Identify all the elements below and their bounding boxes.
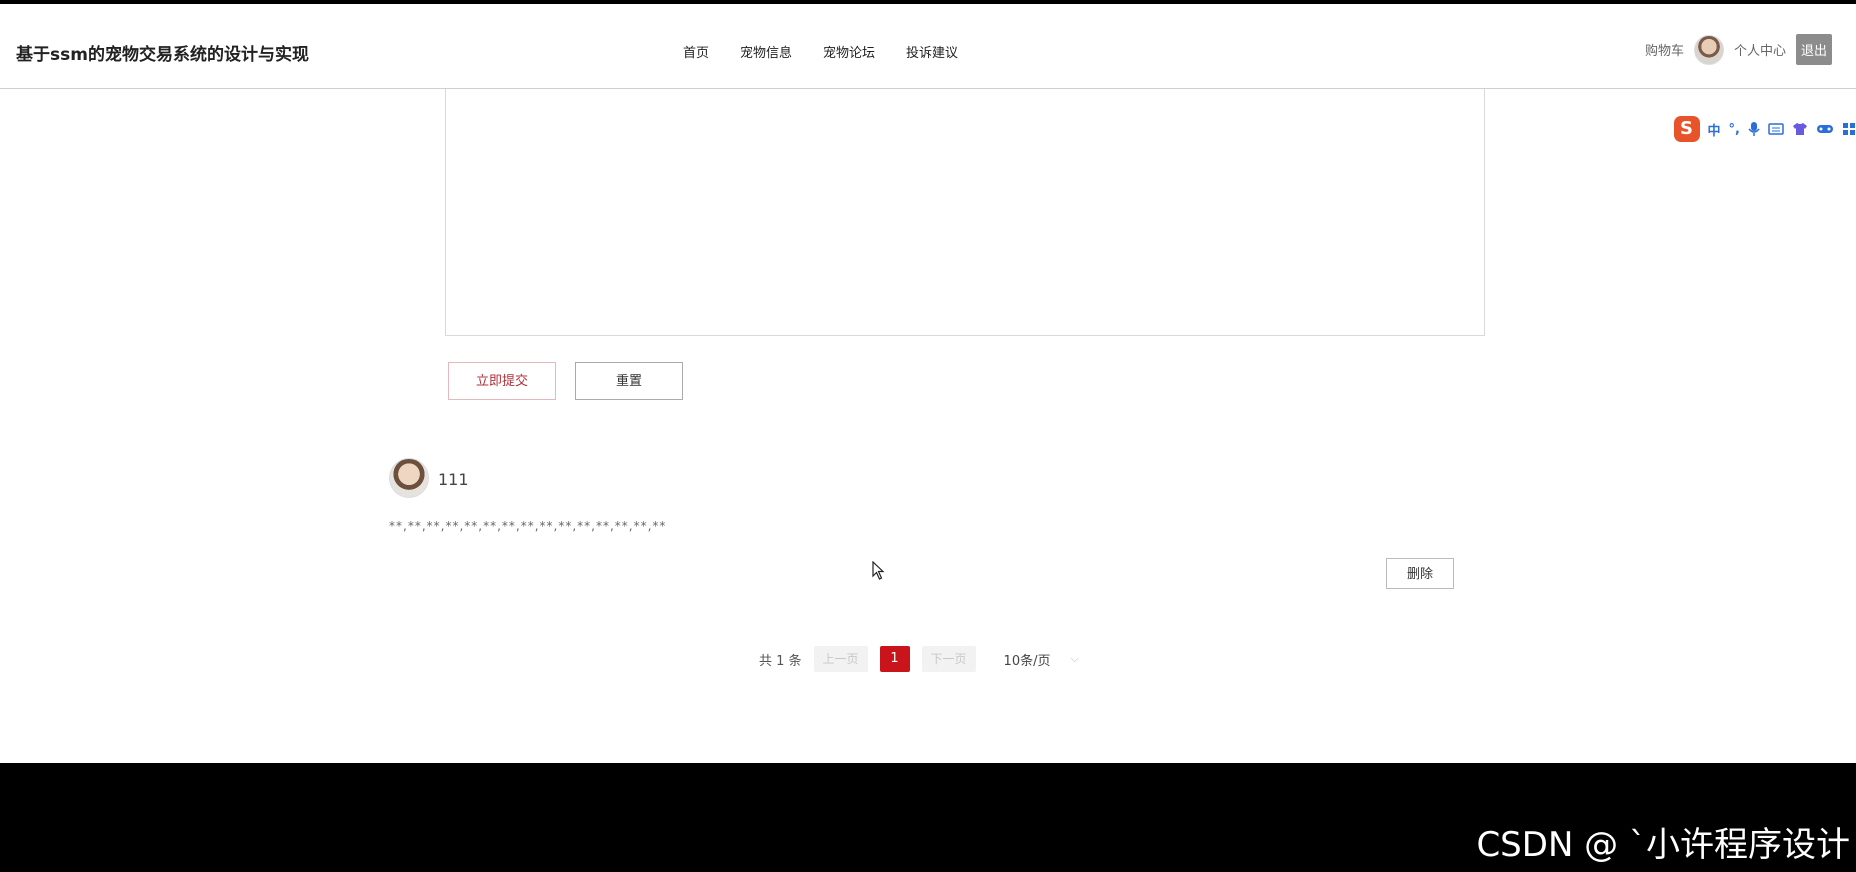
page-size-value: 10条/页 [1003, 653, 1051, 669]
page-size-select[interactable]: 10条/页 ⌵ [1004, 650, 1079, 669]
microphone-icon[interactable] [1748, 121, 1760, 137]
sogou-logo-icon[interactable]: S [1673, 116, 1700, 142]
logout-button[interactable]: 退出 [1795, 34, 1832, 65]
current-page[interactable]: 1 [879, 646, 910, 672]
main-nav: 首页 宠物信息 宠物论坛 投诉建议 [683, 42, 958, 61]
watermark: CSDN @ ˋ小许程序设计 [1476, 825, 1850, 865]
reset-button[interactable]: 重置 [575, 362, 683, 400]
site-title: 基于ssm的宠物交易系统的设计与实现 [16, 45, 309, 65]
keyboard-icon[interactable] [1768, 123, 1784, 135]
comment-username: 111 [438, 470, 469, 489]
nav-complaints[interactable]: 投诉建议 [906, 42, 958, 61]
profile-link[interactable]: 个人中心 [1734, 40, 1786, 59]
ime-mode-label[interactable]: 中 [1708, 120, 1721, 139]
chevron-down-icon: ⌵ [1070, 652, 1079, 665]
skin-shirt-icon[interactable] [1792, 122, 1808, 136]
ime-punctuation-icon[interactable]: °, [1729, 122, 1740, 137]
top-header: 基于ssm的宠物交易系统的设计与实现 首页 宠物信息 宠物论坛 投诉建议 购物车… [0, 4, 1856, 89]
nav-home[interactable]: 首页 [683, 42, 709, 61]
ime-toolbar: S 中 °, [1669, 116, 1856, 142]
delete-button[interactable]: 删除 [1386, 558, 1454, 589]
content-editor[interactable] [445, 89, 1485, 336]
gamepad-icon[interactable] [1816, 123, 1834, 135]
nav-pet-info[interactable]: 宠物信息 [740, 42, 792, 61]
pagination: 共 1 条 上一页 1 下一页 10条/页 ⌵ [759, 646, 1079, 672]
nav-pet-forum[interactable]: 宠物论坛 [823, 42, 875, 61]
pagination-total: 共 1 条 [759, 653, 802, 669]
cart-link[interactable]: 购物车 [1645, 40, 1684, 59]
submit-button[interactable]: 立即提交 [448, 362, 556, 400]
apps-grid-icon[interactable] [1842, 122, 1856, 136]
comment-avatar [389, 458, 429, 498]
user-area: 购物车 个人中心 退出 [1645, 34, 1832, 65]
mouse-cursor-icon [872, 561, 885, 580]
user-avatar[interactable] [1693, 34, 1724, 65]
next-page-button[interactable]: 下一页 [921, 646, 976, 672]
page: 基于ssm的宠物交易系统的设计与实现 首页 宠物信息 宠物论坛 投诉建议 购物车… [0, 4, 1856, 763]
comment-text: **,**,**,**,**,**,**,**,**,**,**,**,**,*… [389, 519, 667, 533]
prev-page-button[interactable]: 上一页 [813, 646, 868, 672]
